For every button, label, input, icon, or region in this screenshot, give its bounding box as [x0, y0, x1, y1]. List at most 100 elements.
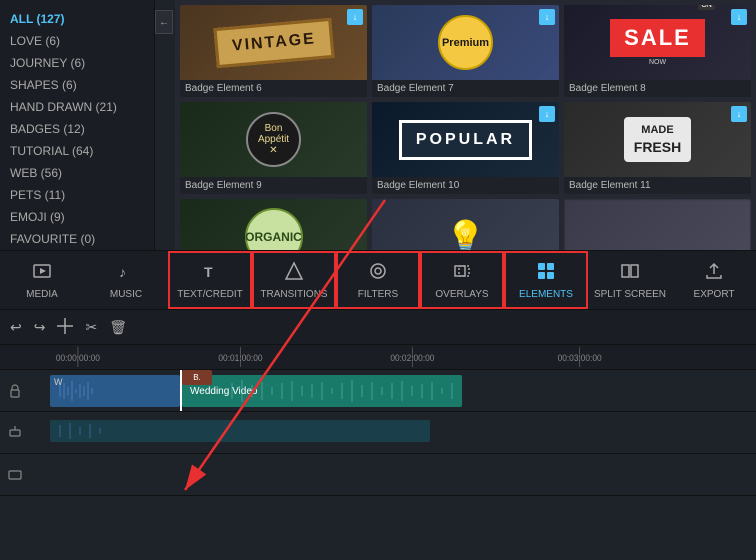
extra-track-content — [30, 454, 756, 495]
grid-item-badge8[interactable]: ON SALE NOW ↓ Badge Element 8 — [564, 5, 751, 97]
download-icon-11[interactable]: ↓ — [731, 106, 747, 122]
sidebar-item-badges[interactable]: BADGES (12) — [0, 118, 154, 140]
track-lock-icon[interactable] — [0, 384, 30, 398]
delete-button[interactable]: 🗑 — [109, 319, 127, 336]
badge11-label: Badge Element 11 — [564, 177, 751, 194]
sidebar-item-love[interactable]: LOVE (6) — [0, 30, 154, 52]
sidebar-item-handdrawn[interactable]: HAND DRAWN (21) — [0, 96, 154, 118]
badge7-label: Badge Element 7 — [372, 80, 559, 97]
track-row-main: W Wedding Video — [0, 370, 756, 412]
badge-segment-label: B. — [193, 373, 201, 382]
badge11-thumb: MADE FRESH — [564, 102, 751, 177]
badge9-preview: Bon Appétit ✕ — [246, 112, 301, 167]
toolbar-media[interactable]: MEDIA — [0, 251, 84, 309]
grid-item-badge10[interactable]: POPULAR ↓ Badge Element 10 — [372, 102, 559, 194]
toolbar-export[interactable]: EXPORT — [672, 251, 756, 309]
playhead-line — [180, 370, 182, 411]
track-extra-icon — [0, 468, 30, 482]
svg-text:00:00:00:00: 00:00:00:00 — [56, 353, 100, 363]
grid-item-badge7[interactable]: Premium ↓ Badge Element 7 — [372, 5, 559, 97]
badge8-preview: SALE — [610, 19, 705, 57]
sidebar-item-web[interactable]: WEB (56) — [0, 162, 154, 184]
sidebar-item-emoji[interactable]: EMOJI (9) — [0, 206, 154, 228]
grid-item-badge9[interactable]: Bon Appétit ✕ Badge Element 9 — [180, 102, 367, 194]
toolbar-overlays-label: OVERLAYS — [435, 289, 488, 300]
download-icon-7[interactable]: ↓ — [539, 9, 555, 25]
ruler-svg: 00:00:00:00 00:01:00:00 00:02:00:00 00:0… — [50, 347, 706, 367]
timeline: ↩ ↪ ✂ 🗑 00:00:00:00 00:01:00:00 00:02:00… — [0, 310, 756, 560]
badge7-thumb: Premium — [372, 5, 559, 80]
toolbar-filters-label: FILTERS — [358, 289, 398, 300]
timeline-tracks: W Wedding Video — [0, 370, 756, 560]
timeline-controls: ↩ ↪ ✂ 🗑 — [0, 310, 756, 345]
filters-icon — [368, 261, 388, 286]
timeline-ruler: 00:00:00:00 00:01:00:00 00:02:00:00 00:0… — [0, 345, 756, 370]
collapse-sidebar-button[interactable]: ← — [155, 10, 173, 34]
redo-button[interactable]: ↪ — [34, 319, 46, 336]
grid-item-badge11[interactable]: MADE FRESH ↓ Badge Element 11 — [564, 102, 751, 194]
badge8-label: Badge Element 8 — [564, 80, 751, 97]
undo-button[interactable]: ↩ — [10, 319, 22, 336]
svg-text:♪: ♪ — [119, 264, 126, 280]
sidebar-item-shapes[interactable]: SHAPES (6) — [0, 74, 154, 96]
track-row-audio — [0, 412, 756, 454]
svg-text:T: T — [204, 264, 213, 280]
toolbar: MEDIA ♪ MUSIC T TEXT/CREDIT TRANSITIONS … — [0, 250, 756, 310]
sidebar-item-tutorial[interactable]: TUTORIAL (64) — [0, 140, 154, 162]
toolbar-overlays[interactable]: OVERLAYS — [420, 251, 504, 309]
textcredit-icon: T — [200, 261, 220, 286]
track-audio-icon — [0, 426, 30, 440]
badge8-thumb: ON SALE NOW — [564, 5, 751, 80]
download-icon-6[interactable]: ↓ — [347, 9, 363, 25]
audio-track-content — [30, 412, 756, 453]
toolbar-elements-label: ELEMENTS — [519, 289, 573, 300]
toolbar-textcredit[interactable]: T TEXT/CREDIT — [168, 251, 252, 309]
main-track-content: W Wedding Video — [30, 370, 756, 411]
badge6-thumb: VINTAGE — [180, 5, 367, 80]
sidebar-item-journey[interactable]: JOURNEY (6) — [0, 52, 154, 74]
toolbar-music-label: MUSIC — [110, 289, 142, 300]
track-segment-1[interactable]: W — [50, 375, 180, 407]
badge9-label: Badge Element 9 — [180, 177, 367, 194]
svg-text:00:01:00:00: 00:01:00:00 — [218, 353, 262, 363]
sidebar-item-all[interactable]: ALL (127) — [0, 8, 154, 30]
main-video-segment[interactable]: Wedding Video — [182, 375, 462, 407]
media-icon — [32, 261, 52, 286]
export-icon — [704, 261, 724, 286]
toolbar-transitions-label: TRANSITIONS — [260, 289, 327, 300]
sidebar-item-favourite[interactable]: FAVOURITE (0) — [0, 228, 154, 250]
badge10-label: Badge Element 10 — [372, 177, 559, 194]
badge11-preview: MADE FRESH — [624, 117, 691, 161]
download-icon-8[interactable]: ↓ — [731, 9, 747, 25]
split-button[interactable] — [57, 318, 73, 337]
grid-item-badge6[interactable]: VINTAGE ↓ Badge Element 6 — [180, 5, 367, 97]
track-row-extra — [0, 454, 756, 496]
badge10-thumb: POPULAR — [372, 102, 559, 177]
badge9-thumb: Bon Appétit ✕ — [180, 102, 367, 177]
splitscreen-icon — [620, 261, 640, 286]
toolbar-music[interactable]: ♪ MUSIC — [84, 251, 168, 309]
toolbar-transitions[interactable]: TRANSITIONS — [252, 251, 336, 309]
audio-segment[interactable] — [50, 420, 430, 442]
sidebar-item-pets[interactable]: PETS (11) — [0, 184, 154, 206]
toolbar-filters[interactable]: FILTERS — [336, 251, 420, 309]
music-icon: ♪ — [116, 261, 136, 286]
cut-button[interactable]: ✂ — [85, 319, 97, 336]
svg-text:00:03:00:00: 00:03:00:00 — [558, 353, 602, 363]
toolbar-splitscreen[interactable]: SPLIT SCREEN — [588, 251, 672, 309]
badge10-preview: POPULAR — [399, 120, 532, 160]
toolbar-textcredit-label: TEXT/CREDIT — [177, 289, 243, 300]
svg-text:00:02:00:00: 00:02:00:00 — [390, 353, 434, 363]
toolbar-export-label: EXPORT — [694, 289, 735, 300]
toolbar-media-label: MEDIA — [26, 289, 58, 300]
toolbar-splitscreen-label: SPLIT SCREEN — [594, 289, 666, 300]
badge7-preview: Premium — [438, 15, 493, 70]
badge-segment[interactable]: B. — [182, 370, 212, 385]
elements-icon — [536, 261, 556, 286]
toolbar-elements[interactable]: ELEMENTS — [504, 251, 588, 309]
badge6-preview: VINTAGE — [213, 17, 334, 67]
download-icon-10[interactable]: ↓ — [539, 106, 555, 122]
badge6-label: Badge Element 6 — [180, 80, 367, 97]
transitions-icon — [284, 261, 304, 286]
overlays-icon — [452, 261, 472, 286]
